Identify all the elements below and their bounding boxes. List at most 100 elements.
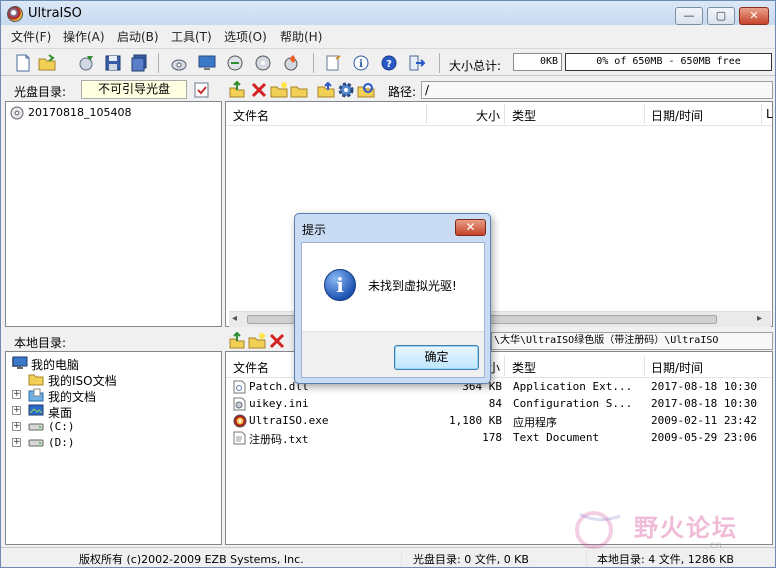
file-date: 2009-05-29 23:06 bbox=[651, 431, 757, 444]
delete-button[interactable] bbox=[249, 80, 271, 100]
local-up-button[interactable] bbox=[227, 331, 249, 351]
menu-file[interactable]: 文件(F) bbox=[11, 28, 51, 45]
open-button[interactable] bbox=[37, 53, 59, 73]
ultraiso-app-icon bbox=[7, 6, 23, 22]
add-files-button[interactable] bbox=[316, 80, 338, 100]
save-icon bbox=[105, 55, 121, 71]
disc-tree-pane[interactable]: 20170818_105408 bbox=[5, 101, 222, 327]
tree-expander[interactable]: + bbox=[12, 390, 21, 399]
local-delete-button[interactable] bbox=[267, 331, 289, 351]
tree-expander[interactable]: + bbox=[12, 422, 21, 431]
column-divider bbox=[504, 104, 505, 124]
flame-disc-icon bbox=[284, 55, 298, 71]
local-new-folder-button[interactable] bbox=[247, 331, 269, 351]
save-button[interactable] bbox=[103, 53, 125, 73]
local-path-field[interactable]: \大华\UltraISO绿色版（带注册码）\UltraISO bbox=[491, 332, 773, 350]
refresh-button[interactable] bbox=[356, 80, 378, 100]
watermark-logo-icon bbox=[575, 511, 621, 549]
dialog-close-button[interactable]: ✕ bbox=[455, 219, 486, 236]
rename-button[interactable] bbox=[289, 80, 311, 100]
disc-list-header: 文件名 大小 类型 日期/时间 L bbox=[226, 102, 773, 126]
menu-bootable[interactable]: 启动(B) bbox=[117, 28, 159, 45]
up-level-button[interactable] bbox=[227, 80, 249, 100]
dll-icon bbox=[233, 380, 246, 397]
watermark-text: 野火论坛 bbox=[634, 514, 738, 542]
tree-item[interactable]: −我的电脑 bbox=[6, 355, 216, 372]
folder-rename-icon bbox=[290, 86, 308, 98]
tree-item[interactable]: + 桌面 bbox=[6, 403, 216, 420]
mount-button[interactable] bbox=[197, 53, 219, 73]
exit-button[interactable] bbox=[407, 53, 429, 73]
col-lba[interactable]: L bbox=[766, 107, 773, 121]
tree-item[interactable]: + (D:) bbox=[6, 435, 216, 451]
compress-button[interactable] bbox=[225, 53, 247, 73]
refresh-folder-icon bbox=[357, 83, 375, 98]
disc-path-field[interactable]: / bbox=[421, 81, 773, 99]
column-divider bbox=[644, 356, 645, 376]
col-filename[interactable]: 文件名 bbox=[233, 359, 269, 376]
col-type[interactable]: 类型 bbox=[512, 359, 536, 376]
info-icon: i bbox=[324, 269, 356, 301]
col-date[interactable]: 日期/时间 bbox=[651, 107, 703, 124]
tree-item-label: (C:) bbox=[48, 420, 75, 433]
local-tree-pane[interactable]: −我的电脑我的ISO文档+我的文档+桌面+(C:)+(D:) bbox=[5, 351, 222, 545]
make-image-button[interactable] bbox=[169, 53, 191, 73]
scroll-left-arrow[interactable]: ◂ bbox=[232, 313, 237, 324]
col-filename[interactable]: 文件名 bbox=[233, 107, 269, 124]
col-type[interactable]: 类型 bbox=[512, 107, 536, 124]
path-label: 路径: bbox=[388, 85, 417, 99]
toolbar-separator bbox=[439, 53, 440, 73]
file-type: Configuration S... bbox=[513, 397, 633, 410]
column-divider bbox=[504, 356, 505, 376]
properties-button[interactable] bbox=[323, 53, 345, 73]
cd-drive-icon bbox=[171, 59, 187, 71]
tree-item[interactable]: + (C:) bbox=[6, 419, 216, 435]
ok-button[interactable]: 确定 bbox=[394, 345, 479, 370]
close-button[interactable]: ✕ bbox=[739, 7, 769, 25]
tree-item-label: (D:) bbox=[48, 436, 75, 449]
disc-root-label: 20170818_105408 bbox=[28, 106, 132, 119]
minimize-button[interactable]: — bbox=[675, 7, 703, 25]
col-date[interactable]: 日期/时间 bbox=[651, 359, 703, 376]
burn-disc-icon bbox=[255, 55, 271, 71]
toolbar-separator bbox=[313, 53, 314, 73]
extract-icon bbox=[79, 56, 93, 71]
checklist-icon bbox=[194, 82, 209, 98]
burn-button[interactable] bbox=[253, 53, 275, 73]
folder-up-icon bbox=[229, 331, 245, 349]
new-folder-button[interactable] bbox=[269, 80, 291, 100]
help-icon: ? bbox=[381, 55, 397, 71]
maximize-button[interactable]: ▢ bbox=[707, 7, 735, 25]
file-row[interactable]: 注册码.txt 178 Text Document 2009-05-29 23:06 bbox=[226, 430, 774, 447]
scroll-right-arrow[interactable]: ▸ bbox=[757, 313, 762, 324]
info-button[interactable]: i bbox=[351, 53, 373, 73]
menu-tools[interactable]: 工具(T) bbox=[171, 28, 212, 45]
menu-help[interactable]: 帮助(H) bbox=[280, 28, 322, 45]
boot-status-field[interactable]: 不可引导光盘 bbox=[81, 80, 187, 99]
forum-watermark: 野火论坛 cn bbox=[572, 504, 772, 554]
boot-properties-button[interactable] bbox=[192, 80, 214, 100]
tree-item[interactable]: + 我的文档 bbox=[6, 387, 216, 404]
help-button[interactable]: ? bbox=[379, 53, 401, 73]
settings-button[interactable] bbox=[336, 80, 358, 100]
gear-icon bbox=[338, 82, 354, 98]
save-as-button[interactable] bbox=[129, 53, 151, 73]
new-button[interactable] bbox=[13, 53, 35, 73]
dialog-message: 未找到虚拟光驱! bbox=[368, 279, 457, 293]
info-icon: i bbox=[353, 55, 369, 71]
file-row[interactable]: UltraISO.exe 1,180 KB 应用程序 2009-02-11 23:42 bbox=[226, 413, 774, 430]
tree-expander[interactable]: + bbox=[12, 438, 21, 447]
file-name: 注册码.txt bbox=[249, 433, 309, 446]
txt-icon bbox=[233, 431, 246, 448]
size-total-value: 0KB bbox=[513, 53, 562, 71]
file-row[interactable]: uikey.ini 84 Configuration S... 2017-08-18 … bbox=[226, 396, 774, 413]
col-size[interactable]: 大小 bbox=[476, 107, 500, 124]
drive-icon bbox=[28, 436, 44, 453]
tree-item[interactable]: 我的ISO文档 bbox=[6, 371, 216, 388]
virtual-drive-button[interactable] bbox=[281, 53, 303, 73]
menu-actions[interactable]: 操作(A) bbox=[63, 28, 105, 45]
tree-expander[interactable]: + bbox=[12, 406, 21, 415]
column-divider bbox=[426, 104, 427, 124]
extract-button[interactable] bbox=[77, 53, 99, 73]
menu-options[interactable]: 选项(O) bbox=[224, 28, 267, 45]
